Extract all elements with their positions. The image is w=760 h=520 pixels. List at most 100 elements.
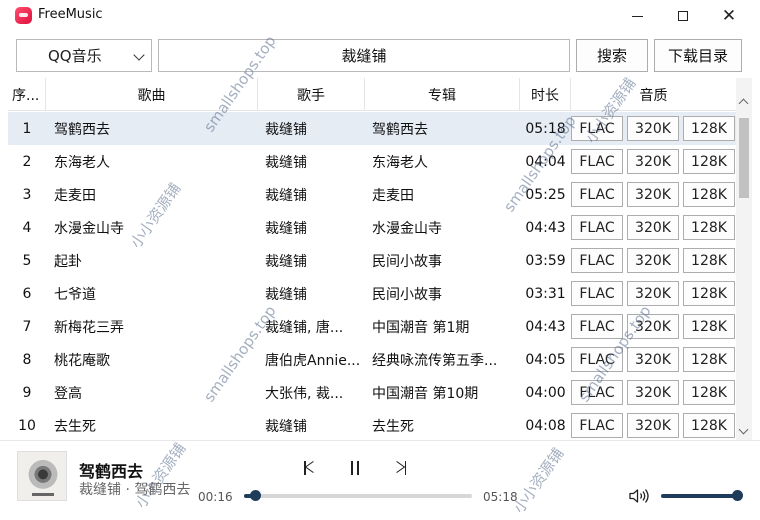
table-row[interactable]: 4 水漫金山寺 裁缝铺 水漫金山寺 04:43 FLAC 320K 128K <box>8 211 736 244</box>
128k-download-button[interactable]: 128K <box>683 116 735 141</box>
current-time: 00:16 <box>198 490 233 504</box>
table-row[interactable]: 2 东海老人 裁缝铺 东海老人 04:04 FLAC 320K 128K <box>8 145 736 178</box>
artist-name: 裁缝铺 <box>265 154 307 171</box>
minimize-button[interactable] <box>614 0 660 32</box>
flac-download-button[interactable]: FLAC <box>571 149 623 174</box>
search-button[interactable]: 搜索 <box>576 39 648 72</box>
128k-download-button[interactable]: 128K <box>683 215 735 240</box>
song-title: 水漫金山寺 <box>54 220 124 237</box>
song-table: 序... 歌曲 歌手 专辑 时长 音质 1 驾鹤西去 裁缝铺 驾鹤西去 05:18 FLA… <box>8 78 752 440</box>
pause-icon <box>350 461 360 475</box>
table-row[interactable]: 5 起卦 裁缝铺 民间小故事 03:59 FLAC 320K 128K <box>8 244 736 277</box>
scroll-up-icon[interactable] <box>738 98 749 109</box>
duration: 04:05 <box>525 351 566 368</box>
table-row[interactable]: 8 桃花庵歌 唐伯虎Annie... 经典咏流传第五季... 04:05 FLAC 320K… <box>8 343 736 376</box>
320k-download-button[interactable]: 320K <box>627 347 679 372</box>
table-row[interactable]: 9 登高 大张伟, 裁... 中国潮音 第10期 04:00 FLAC 320K 128K <box>8 376 736 409</box>
song-title: 起卦 <box>54 253 82 270</box>
column-header-song[interactable]: 歌曲 <box>46 78 258 111</box>
flac-download-button[interactable]: FLAC <box>571 314 623 339</box>
table-row[interactable]: 6 七爷道 裁缝铺 民间小故事 03:31 FLAC 320K 128K <box>8 277 736 310</box>
song-title: 新梅花三弄 <box>54 319 124 336</box>
maximize-button[interactable] <box>660 0 706 32</box>
table-row[interactable]: 3 走麦田 裁缝铺 走麦田 05:25 FLAC 320K 128K <box>8 178 736 211</box>
volume-icon[interactable] <box>629 488 651 504</box>
flac-download-button[interactable]: FLAC <box>571 347 623 372</box>
flac-download-button[interactable]: FLAC <box>571 248 623 273</box>
table-row[interactable]: 10 去生死 裁缝铺 去生死 04:08 FLAC 320K 128K <box>8 409 736 440</box>
flac-download-button[interactable]: FLAC <box>571 215 623 240</box>
artist-name: 裁缝铺 <box>265 286 307 303</box>
128k-download-button[interactable]: 128K <box>683 314 735 339</box>
cover-caption-mark <box>32 493 54 496</box>
320k-download-button[interactable]: 320K <box>627 248 679 273</box>
song-title: 去生死 <box>54 418 96 435</box>
vertical-scrollbar[interactable] <box>736 78 752 440</box>
table-row[interactable]: 1 驾鹤西去 裁缝铺 驾鹤西去 05:18 FLAC 320K 128K <box>8 112 736 145</box>
album-name: 驾鹤西去 <box>372 121 428 138</box>
320k-download-button[interactable]: 320K <box>627 281 679 306</box>
320k-download-button[interactable]: 320K <box>627 182 679 207</box>
320k-download-button[interactable]: 320K <box>627 314 679 339</box>
flac-download-button[interactable]: FLAC <box>571 116 623 141</box>
flac-download-button[interactable]: FLAC <box>571 281 623 306</box>
128k-download-button[interactable]: 128K <box>683 248 735 273</box>
song-title: 登高 <box>54 385 82 402</box>
scrollbar-thumb[interactable] <box>739 118 749 198</box>
320k-download-button[interactable]: 320K <box>627 116 679 141</box>
minimize-icon <box>631 15 643 17</box>
volume-fill <box>661 494 737 498</box>
flac-download-button[interactable]: FLAC <box>571 413 623 438</box>
previous-button[interactable] <box>302 459 320 477</box>
artist-name: 唐伯虎Annie... <box>265 352 361 369</box>
pause-button[interactable] <box>346 459 364 477</box>
320k-download-button[interactable]: 320K <box>627 149 679 174</box>
128k-download-button[interactable]: 128K <box>683 149 735 174</box>
row-number: 8 <box>22 351 32 368</box>
column-header-artist[interactable]: 歌手 <box>258 78 365 111</box>
128k-download-button[interactable]: 128K <box>683 281 735 306</box>
table-row[interactable]: 7 新梅花三弄 裁缝铺, 唐... 中国潮音 第1期 04:43 FLAC 320K 128K <box>8 310 736 343</box>
column-header-quality[interactable]: 音质 <box>571 78 736 111</box>
next-button[interactable] <box>390 459 408 477</box>
album-cover[interactable] <box>17 451 67 501</box>
column-header-album[interactable]: 专辑 <box>365 78 520 111</box>
column-header-no[interactable]: 序... <box>8 78 46 111</box>
close-button[interactable]: ✕ <box>706 0 752 32</box>
flac-download-button[interactable]: FLAC <box>571 380 623 405</box>
volume-handle[interactable] <box>732 490 743 501</box>
duration: 03:59 <box>525 252 566 269</box>
search-input[interactable] <box>158 39 570 72</box>
maximize-icon <box>678 11 688 21</box>
row-number: 1 <box>22 120 32 137</box>
artist-name: 裁缝铺 <box>265 121 307 138</box>
artist-name: 裁缝铺 <box>265 187 307 204</box>
skip-next-icon <box>392 461 406 475</box>
128k-download-button[interactable]: 128K <box>683 380 735 405</box>
player-bar: 驾鹤西去 裁缝铺 · 驾鹤西去 00:16 05:18 <box>0 440 760 520</box>
progress-handle[interactable] <box>250 490 262 501</box>
close-icon: ✕ <box>721 5 737 26</box>
scroll-down-icon[interactable] <box>738 424 749 435</box>
song-title: 走麦田 <box>54 187 96 204</box>
total-time: 05:18 <box>483 490 518 504</box>
album-name: 东海老人 <box>372 154 428 171</box>
128k-download-button[interactable]: 128K <box>683 413 735 438</box>
album-name: 民间小故事 <box>372 286 442 303</box>
artist-name: 裁缝铺, 唐... <box>265 319 344 336</box>
column-header-duration[interactable]: 时长 <box>520 78 571 111</box>
320k-download-button[interactable]: 320K <box>627 380 679 405</box>
128k-download-button[interactable]: 128K <box>683 347 735 372</box>
volume-slider[interactable] <box>661 490 743 501</box>
flac-download-button[interactable]: FLAC <box>571 182 623 207</box>
song-title: 东海老人 <box>54 154 110 171</box>
128k-download-button[interactable]: 128K <box>683 182 735 207</box>
app-logo-icon <box>15 7 32 24</box>
artist-name: 大张伟, 裁... <box>265 385 344 402</box>
320k-download-button[interactable]: 320K <box>627 215 679 240</box>
download-dir-button[interactable]: 下载目录 <box>654 39 742 72</box>
source-select[interactable]: QQ音乐 <box>16 39 152 72</box>
duration: 03:31 <box>525 285 566 302</box>
progress-slider[interactable] <box>244 490 472 501</box>
320k-download-button[interactable]: 320K <box>627 413 679 438</box>
